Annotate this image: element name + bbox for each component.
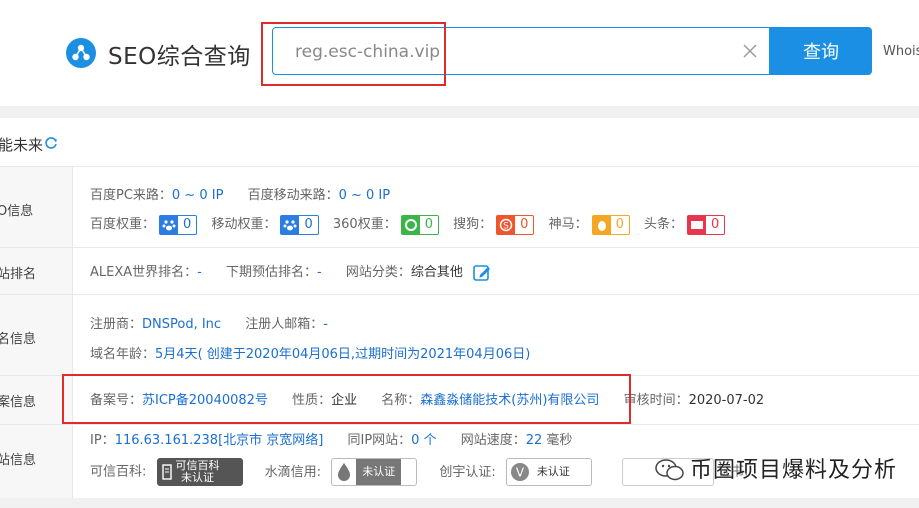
sogou-value: 0: [520, 216, 529, 232]
toutiao-label: 头条：: [644, 217, 684, 232]
wechat-icon: [655, 459, 684, 481]
svg-text:V: V: [516, 466, 525, 480]
cert-line: 可信百科: 可信百科 未认证 水滴信用: 未认证 创宇认证: V 未认证 证书:: [90, 458, 749, 486]
credit-badge-line2: 未认证: [181, 471, 215, 484]
page-title: SEO综合查询: [108, 44, 251, 70]
refresh-icon[interactable]: [44, 136, 58, 150]
paw-icon: [160, 215, 179, 234]
whois-link[interactable]: Whois: [883, 44, 919, 59]
credit-badge[interactable]: 可信百科 未认证: [156, 458, 243, 486]
shenma-icon: [592, 215, 611, 234]
chuangyu-badge-text: 未认证: [536, 465, 570, 478]
domain-age-detail: ( 创建于2020年04月06日,过期时间为2021年04月06日): [197, 347, 531, 362]
same-ip-value[interactable]: 0 个: [411, 433, 436, 448]
speed-value: 22: [525, 433, 543, 448]
site-name: 能未来: [0, 136, 44, 154]
logo-icon[interactable]: [66, 38, 96, 68]
sogou-icon: S: [497, 215, 516, 234]
ip-line: IP：116.63.161.238[北京市 京宽网络] 同IP网站：0 个 网站…: [90, 429, 572, 448]
water-badge-text: 未认证: [356, 459, 402, 485]
baidu-pc-value[interactable]: 0 ~ 0 IP: [172, 188, 224, 203]
toutiao-value: 0: [711, 216, 720, 232]
alexa-value[interactable]: -: [197, 265, 202, 280]
same-ip-label: 同IP网站：: [347, 433, 412, 448]
watermark: 币圈项目爆料及分析: [690, 458, 898, 483]
chuangyu-v-icon: V: [507, 459, 533, 485]
weight-360-value: 0: [424, 216, 433, 232]
ranking-label: 站排名: [0, 248, 73, 294]
domain-age-value: 5月4天: [155, 347, 198, 362]
water-drop-icon: [332, 459, 356, 485]
credit-label: 可信百科:: [90, 464, 147, 480]
category-value: 综合其他: [410, 265, 463, 280]
edit-icon[interactable]: [473, 264, 491, 282]
domain-label: 名信息: [0, 295, 73, 375]
baidu-pc-label: 百度PC来路：: [90, 188, 172, 203]
weight-360-label: 360权重：: [332, 217, 397, 232]
toutiao-icon: [688, 215, 707, 234]
registrar-label: 注册商：: [90, 317, 143, 332]
360-icon: [401, 215, 420, 234]
clear-icon[interactable]: [742, 43, 758, 59]
weight-360-badge[interactable]: 0: [400, 214, 439, 235]
site-name-row: 能未来: [0, 118, 919, 167]
baidu-traffic-line: 百度PC来路：0 ~ 0 IP 百度移动来路：0 ~ 0 IP: [90, 184, 390, 203]
mobile-weight-label: 移动权重：: [211, 217, 277, 232]
search-button[interactable]: 查询: [770, 27, 872, 75]
category-label: 网站分类：: [345, 265, 411, 280]
water-badge[interactable]: 未认证: [331, 458, 418, 486]
highlight-box-icp: [62, 374, 631, 424]
svg-text:S: S: [503, 221, 509, 231]
domain-row: 名信息 注册商：DNSPod, Inc 注册人邮箱：- 域名年龄：5月4天( 创…: [0, 295, 919, 376]
domain-age-label: 域名年龄：: [90, 347, 156, 362]
shenma-badge[interactable]: 0: [591, 214, 630, 235]
seo-label: O信息: [0, 167, 73, 247]
ranking-row: 站排名 ALEXA世界排名：- 下期预估排名：- 网站分类：综合其他: [0, 248, 919, 295]
header: SEO综合查询 查询 Whois: [0, 0, 919, 106]
shenma-label: 神马：: [548, 217, 588, 232]
ip-label: IP：: [90, 433, 115, 448]
weights-line: 百度权重： 0 移动权重： 0 360权重： 0 搜狗： S 0 神马： 0 头条： 0: [90, 213, 726, 235]
shenma-value: 0: [615, 216, 624, 232]
toutiao-badge[interactable]: 0: [687, 214, 726, 235]
chuangyu-badge[interactable]: V 未认证: [505, 458, 592, 486]
sogou-label: 搜狗：: [453, 217, 493, 232]
seo-row: O信息 百度PC来路：0 ~ 0 IP 百度移动来路：0 ~ 0 IP 百度权重…: [0, 167, 919, 248]
ranking-line: ALEXA世界排名：- 下期预估排名：- 网站分类：综合其他: [90, 261, 491, 282]
icp-review-value: 2020-07-02: [688, 393, 765, 408]
siteinfo-label: 站信息: [0, 425, 73, 498]
water-label: 水滴信用:: [264, 464, 322, 480]
mobile-weight-value: 0: [304, 216, 313, 232]
email-value[interactable]: -: [323, 317, 328, 332]
alexa-label: ALEXA世界排名：: [90, 265, 198, 280]
mobile-weight-badge[interactable]: 0: [280, 214, 319, 235]
speed-unit: 毫秒: [546, 433, 573, 448]
registrar-value[interactable]: DNSPod, Inc: [142, 317, 221, 332]
highlight-box-search: [261, 22, 446, 86]
baidu-mobile-label: 百度移动来路：: [247, 188, 339, 203]
ip-value[interactable]: 116.63.161.238[北京市 京宽网络]: [115, 433, 324, 448]
paw-icon: [281, 215, 300, 234]
baidu-weight-label: 百度权重：: [90, 217, 156, 232]
domain-age-line: 域名年龄：5月4天( 创建于2020年04月06日,过期时间为2021年04月0…: [90, 343, 530, 362]
baidu-weight-badge[interactable]: 0: [159, 214, 198, 235]
baidu-weight-value: 0: [183, 216, 192, 232]
baidu-mobile-value[interactable]: 0 ~ 0 IP: [339, 188, 391, 203]
chuangyu-label: 创宇认证:: [439, 464, 496, 480]
result-panel: 能未来 O信息 百度PC来路：0 ~ 0 IP 百度移动来路：0 ~ 0 IP …: [0, 118, 919, 498]
icp-review-label: 审核时间：: [623, 393, 689, 408]
forecast-value[interactable]: -: [317, 265, 322, 280]
sogou-badge[interactable]: S0: [496, 214, 535, 235]
email-label: 注册人邮箱：: [245, 317, 324, 332]
forecast-label: 下期预估排名：: [226, 265, 318, 280]
speed-label: 网站速度：: [460, 433, 526, 448]
credit-icon: [158, 459, 176, 485]
registrar-line: 注册商：DNSPod, Inc 注册人邮箱：-: [90, 313, 328, 332]
